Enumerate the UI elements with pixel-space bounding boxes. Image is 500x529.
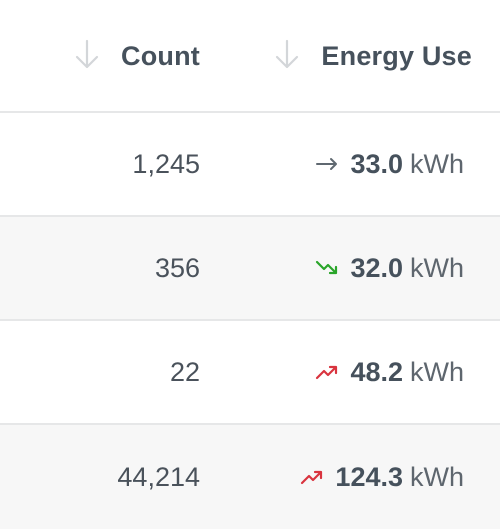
energy-table: Count Energy Use 1,245 33.0 kWh 356 32.0… [0, 0, 500, 529]
sort-arrow-down-icon[interactable] [273, 38, 301, 72]
trend-flat-icon [314, 151, 340, 177]
column-header-energy-use[interactable]: Energy Use [200, 0, 472, 111]
sort-arrow-down-icon[interactable] [73, 38, 101, 72]
column-header-energy-label: Energy Use [321, 41, 472, 71]
trend-up-icon [299, 464, 325, 490]
table-row[interactable]: 356 32.0 kWh [0, 217, 500, 321]
trend-down-icon [314, 255, 340, 281]
column-header-count-label: Count [121, 41, 200, 71]
energy-value: 33.0 [350, 148, 403, 179]
table-header: Count Energy Use [0, 0, 500, 113]
count-value: 22 [169, 356, 200, 387]
energy-unit: kWh [410, 356, 464, 387]
count-value: 44,214 [117, 461, 200, 492]
trend-up-icon [314, 359, 340, 385]
energy-unit: kWh [410, 148, 464, 179]
energy-value: 124.3 [335, 461, 403, 492]
table-row[interactable]: 22 48.2 kWh [0, 321, 500, 425]
energy-unit: kWh [410, 461, 464, 492]
count-value: 1,245 [132, 148, 200, 179]
count-value: 356 [154, 252, 200, 283]
column-header-count[interactable]: Count [0, 0, 200, 111]
table-row[interactable]: 1,245 33.0 kWh [0, 113, 500, 217]
energy-value: 48.2 [350, 356, 403, 387]
table-row[interactable]: 44,214 124.3 kWh [0, 425, 500, 529]
energy-value: 32.0 [350, 252, 403, 283]
energy-unit: kWh [410, 252, 464, 283]
